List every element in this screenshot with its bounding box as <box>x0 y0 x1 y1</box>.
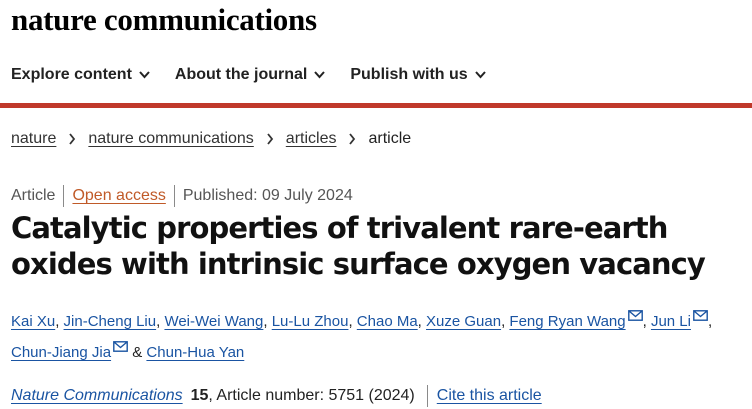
open-access-link[interactable]: Open access <box>72 187 165 205</box>
nav-label: Publish with us <box>350 66 468 83</box>
article-title: Catalytic properties of trivalent rare-e… <box>11 211 706 281</box>
author-link[interactable]: Feng Ryan Wang <box>509 313 625 330</box>
meta-divider <box>63 185 65 207</box>
nav-publish-with-us[interactable]: Publish with us <box>350 66 486 84</box>
chevron-right-icon <box>267 133 273 145</box>
article-meta: Article Open access Published: 09 July 2… <box>11 185 353 207</box>
article-type: Article <box>11 187 56 204</box>
author-link[interactable]: Jin-Cheng Liu <box>64 313 157 330</box>
nav-label: Explore content <box>11 66 132 83</box>
site-logo[interactable]: nature communications <box>11 2 317 38</box>
journal-volume: 15 <box>190 387 209 404</box>
nav-explore-content[interactable]: Explore content <box>11 66 151 84</box>
nav-about-journal[interactable]: About the journal <box>175 66 326 84</box>
citation-divider <box>426 385 428 407</box>
meta-divider <box>173 185 175 207</box>
nav-label: About the journal <box>174 66 308 83</box>
citation-row: Nature Communications 15 , Article numbe… <box>11 385 542 407</box>
mail-icon[interactable] <box>627 310 643 321</box>
chevron-right-icon <box>349 133 356 145</box>
main-nav: Explore content About the journal Publis… <box>11 66 511 84</box>
chevron-down-icon <box>139 71 150 79</box>
mail-icon[interactable] <box>693 310 708 321</box>
chevron-down-icon <box>314 71 326 79</box>
author-link[interactable]: Kai Xu <box>11 313 55 330</box>
chevron-down-icon <box>474 71 486 79</box>
cite-this-article-link[interactable]: Cite this article <box>437 387 542 405</box>
author-link[interactable]: Wei-Wei Wang <box>164 313 263 330</box>
author-link[interactable]: Lu-Lu Zhou <box>272 313 349 330</box>
article-number: , Article number: 5751 (2024) <box>208 387 415 404</box>
breadcrumb-nature[interactable]: nature <box>11 130 56 148</box>
published-date: Published: 09 July 2024 <box>182 187 353 204</box>
author-list: Kai Xu, Jin-Cheng Liu, Wei-Wei Wang, Lu-… <box>11 306 752 368</box>
author-link[interactable]: Jun Li <box>651 313 691 330</box>
journal-link[interactable]: Nature Communications <box>11 387 183 405</box>
header-divider <box>0 103 752 108</box>
author-link[interactable]: Xuze Guan <box>426 313 501 330</box>
author-link[interactable]: Chun-Jiang Jia <box>11 344 111 361</box>
breadcrumb: nature nature communications articles ar… <box>11 130 411 148</box>
chevron-right-icon <box>69 133 76 145</box>
breadcrumb-nature-communications[interactable]: nature communications <box>88 130 253 148</box>
author-link[interactable]: Chun-Hua Yan <box>146 344 244 361</box>
author-link[interactable]: Chao Ma <box>357 313 418 330</box>
breadcrumb-articles[interactable]: articles <box>286 130 337 148</box>
author-ampersand: & <box>132 344 143 361</box>
mail-icon[interactable] <box>113 341 128 352</box>
breadcrumb-current: article <box>368 130 412 147</box>
